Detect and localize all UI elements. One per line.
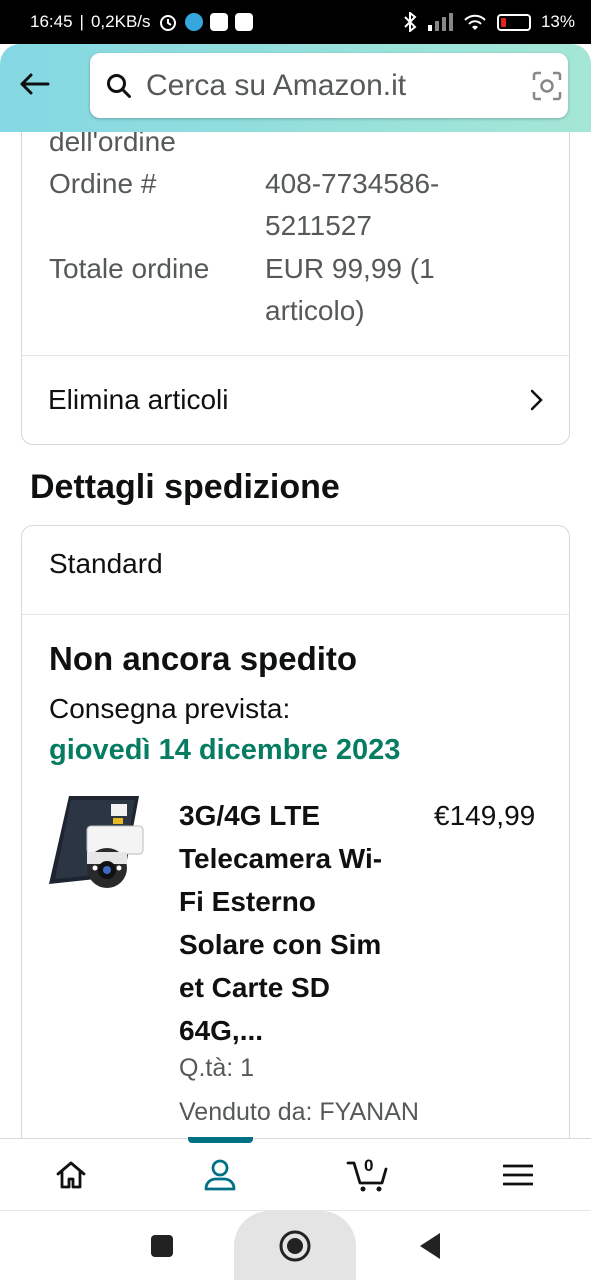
cart-count: 0 bbox=[364, 1156, 374, 1175]
shipment-status: Non ancora spedito bbox=[49, 640, 358, 677]
bluetooth-icon bbox=[403, 12, 417, 32]
shipping-method: Standard bbox=[49, 548, 163, 579]
user-icon bbox=[204, 1159, 236, 1191]
telegram-icon bbox=[184, 13, 203, 31]
delivery-label: Consegna prevista: bbox=[49, 693, 291, 724]
search-input[interactable] bbox=[146, 68, 532, 103]
product-quantity: Q.tà: 1 bbox=[179, 1054, 255, 1082]
shipment-card: Standard Non ancora spedito Consegna pre… bbox=[21, 525, 570, 1138]
product-title[interactable]: 3G/4G LTE Telecamera Wi- Fi Esterno Sola… bbox=[179, 794, 419, 1052]
delivery-date: giovedì 14 dicembre 2023 bbox=[49, 734, 401, 766]
chevron-right-icon bbox=[529, 388, 543, 412]
order-total-line2: articolo) bbox=[265, 295, 365, 326]
delete-items-row[interactable]: Elimina articoli bbox=[22, 355, 569, 445]
battery-level: 13% bbox=[540, 12, 575, 31]
product-image[interactable] bbox=[49, 796, 144, 896]
recents-button[interactable] bbox=[140, 1211, 184, 1280]
app-notification-icon bbox=[209, 13, 228, 31]
order-total-line1: EUR 99,99 (1 bbox=[265, 253, 435, 284]
camera-scan-icon[interactable] bbox=[532, 69, 562, 103]
app-header bbox=[0, 44, 591, 132]
alarm-icon bbox=[158, 12, 178, 32]
order-number-line2: 5211527 bbox=[265, 210, 372, 241]
triangle-back-icon bbox=[420, 1233, 440, 1259]
order-number-line1: 408-7734586- bbox=[265, 168, 440, 199]
nav-menu[interactable] bbox=[478, 1139, 558, 1211]
signal-icon bbox=[427, 13, 453, 31]
hamburger-menu-icon bbox=[503, 1164, 533, 1186]
product-seller: Venduto da: FYANAN bbox=[179, 1098, 419, 1126]
product-price: €149,99 bbox=[434, 800, 536, 831]
circle-icon bbox=[279, 1230, 311, 1262]
order-date-label-fragment: dell'ordine bbox=[49, 132, 176, 157]
app-notification-icon-2 bbox=[234, 13, 253, 31]
delete-items-label: Elimina articoli bbox=[48, 384, 229, 415]
nav-profile[interactable] bbox=[180, 1139, 260, 1211]
home-icon bbox=[56, 1161, 86, 1189]
divider bbox=[22, 614, 569, 615]
system-nav-bar bbox=[0, 1210, 591, 1280]
order-summary-card: dell'ordine Ordine # 408-7734586- 521152… bbox=[21, 132, 570, 445]
arrow-left-icon bbox=[20, 73, 50, 95]
bottom-nav: 0 bbox=[0, 1137, 591, 1211]
system-back-button[interactable] bbox=[408, 1211, 452, 1280]
shipping-section-title: Dettagli spedizione bbox=[30, 468, 340, 506]
wifi-icon bbox=[463, 13, 487, 31]
home-button[interactable] bbox=[234, 1211, 356, 1280]
order-details-content: dell'ordine Ordine # 408-7734586- 521152… bbox=[0, 132, 591, 1138]
order-total-label: Totale ordine bbox=[49, 253, 210, 284]
clock: 16:45 bbox=[30, 12, 73, 31]
nav-cart[interactable]: 0 bbox=[328, 1139, 408, 1211]
status-bar: 16:45 | 0,2KB/s 13% bbox=[0, 0, 591, 44]
search-bar[interactable] bbox=[90, 53, 568, 118]
order-number-label: Ordine # bbox=[49, 168, 157, 199]
network-speed: 0,2KB/s bbox=[90, 12, 151, 31]
search-icon[interactable] bbox=[106, 71, 132, 101]
nav-home[interactable] bbox=[31, 1139, 111, 1211]
battery-icon bbox=[496, 13, 531, 31]
back-button[interactable] bbox=[14, 64, 54, 104]
square-icon bbox=[151, 1235, 173, 1257]
